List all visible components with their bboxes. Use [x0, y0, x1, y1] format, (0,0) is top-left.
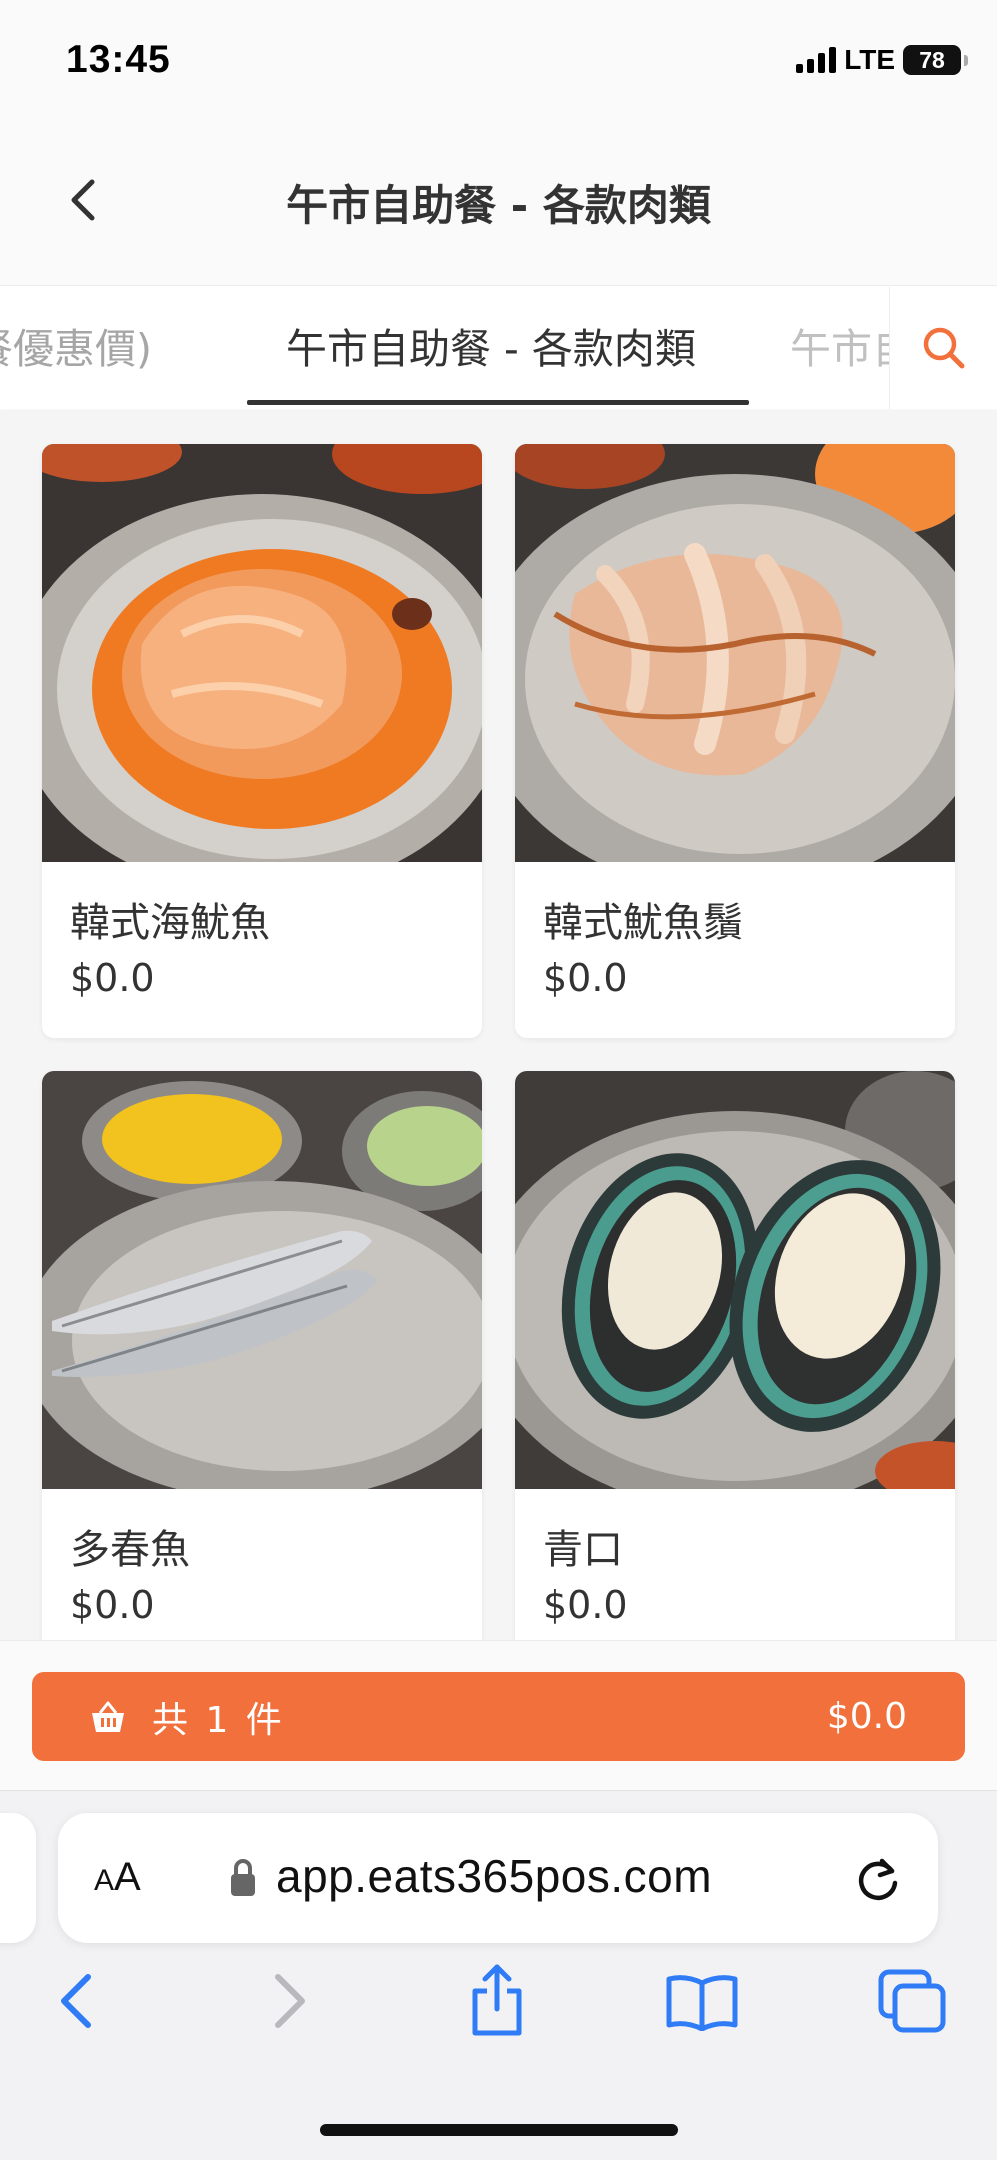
menu-item-price: $0.0	[70, 1583, 155, 1627]
status-bar: 13:45 LTE 78	[0, 0, 997, 120]
menu-item-name: 青口	[543, 1527, 623, 1573]
tab-previous-category[interactable]: 餐優惠價)	[0, 315, 152, 375]
home-indicator[interactable]	[320, 2124, 678, 2136]
status-time: 13:45	[66, 38, 171, 81]
menu-item-photo	[42, 444, 482, 862]
url-text: app.eats365pos.com	[276, 1850, 713, 1902]
menu-item-photo	[515, 1071, 955, 1489]
page-title: 午市自助餐 - 各款肉類	[286, 181, 711, 230]
battery-level: 78	[919, 46, 945, 73]
cart-item-count: 共 1 件	[152, 1699, 285, 1741]
menu-item-photo	[515, 444, 955, 862]
battery-icon: 78	[903, 45, 968, 75]
menu-item-name: 多春魚	[70, 1527, 190, 1573]
page-header: 午市自助餐 - 各款肉類	[0, 120, 997, 286]
browser-toolbar	[0, 1961, 997, 2051]
browser-forward-button[interactable]	[250, 1961, 330, 2041]
menu-item-price: $0.0	[543, 956, 628, 1000]
cart-total: $0.0	[826, 1696, 907, 1737]
active-tab-indicator	[247, 400, 749, 405]
category-tabs: 餐優惠價) 午市自助餐 - 各款肉類 午市自	[0, 287, 997, 409]
share-button[interactable]	[457, 1961, 537, 2041]
status-indicators: LTE 78	[796, 44, 968, 76]
bookmarks-button[interactable]	[662, 1961, 742, 2041]
text-size-button[interactable]: AA	[94, 1855, 141, 1900]
address-bar[interactable]: AA app.eats365pos.com	[58, 1813, 938, 1943]
menu-item-price: $0.0	[543, 1583, 628, 1627]
previous-tab-preview[interactable]	[0, 1813, 36, 1943]
menu-item-card[interactable]: 多春魚 $0.0	[42, 1071, 482, 1640]
reload-icon[interactable]	[852, 1853, 904, 1905]
browser-back-button[interactable]	[36, 1961, 116, 2041]
tab-active-category[interactable]: 午市自助餐 - 各款肉類	[286, 315, 696, 375]
bookmarks-icon	[666, 1975, 738, 2031]
browser-chrome: AA app.eats365pos.com	[0, 1790, 997, 2160]
lock-icon	[231, 1859, 255, 1896]
back-arrow-icon	[61, 1974, 91, 2028]
network-type: LTE	[844, 44, 895, 75]
menu-item-name: 韓式魷魚鬚	[543, 900, 743, 946]
signal-icon	[796, 47, 837, 73]
forward-arrow-icon	[275, 1974, 305, 2028]
menu-item-price: $0.0	[70, 956, 155, 1000]
view-cart-button[interactable]: 共 1 件 $0.0	[32, 1672, 965, 1761]
menu-item-grid: 韓式海魷魚 $0.0 韓式魷魚鬚 $0.0 多春魚 $0.0 青口 $0.0	[0, 410, 997, 1640]
menu-item-name: 韓式海魷魚	[70, 900, 270, 946]
menu-item-card[interactable]: 青口 $0.0	[515, 1071, 955, 1640]
tabs-button[interactable]	[872, 1961, 952, 2041]
menu-item-card[interactable]: 韓式魷魚鬚 $0.0	[515, 444, 955, 1038]
menu-item-photo	[42, 1071, 482, 1489]
basket-icon	[88, 1697, 128, 1737]
share-icon	[472, 1964, 522, 2036]
tabs-icon	[878, 1969, 946, 2033]
search-button[interactable]	[889, 287, 997, 409]
search-icon	[923, 327, 964, 369]
cart-bar: 共 1 件 $0.0	[0, 1640, 997, 1790]
menu-item-card[interactable]: 韓式海魷魚 $0.0	[42, 444, 482, 1038]
